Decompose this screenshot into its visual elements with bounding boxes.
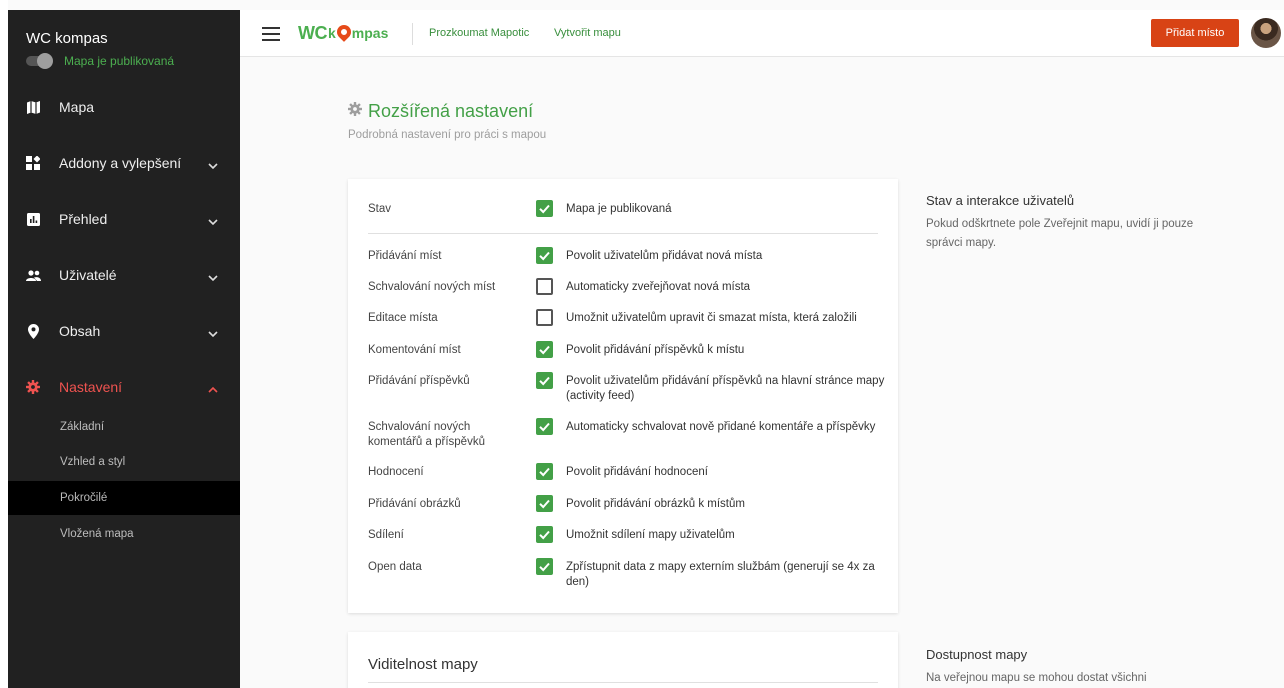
users-icon <box>25 267 41 283</box>
sidebar-header: WC kompas Mapa je publikovaná <box>8 10 240 72</box>
chevron-down-icon <box>208 157 218 175</box>
sidebar-item-prehled[interactable]: Přehled <box>8 199 240 239</box>
setting-checkbox[interactable] <box>536 200 553 217</box>
sidebar-item-nastaveni[interactable]: Nastavení <box>8 367 240 407</box>
page-subtitle: Podrobná nastavení pro práci s mapou <box>348 129 547 141</box>
publish-row: Mapa je publikovaná <box>26 53 240 69</box>
settings-divider <box>368 233 878 234</box>
avatar[interactable] <box>1251 18 1281 48</box>
chevron-down-icon <box>208 269 218 287</box>
sidebar-item-mapa[interactable]: Mapa <box>8 87 240 127</box>
sidebar-item-label: Přehled <box>59 211 108 227</box>
sidebar-item-label: Obsah <box>59 323 101 339</box>
setting-label: Schvalování nových míst <box>368 281 496 293</box>
aside-title-dostupnost: Dostupnost mapy <box>926 647 1028 662</box>
add-place-button[interactable]: Přidat místo <box>1151 19 1239 47</box>
setting-label: Schvalování nových komentářů a příspěvků <box>368 421 485 448</box>
visibility-card: Viditelnost mapy <box>348 632 898 688</box>
menu-icon[interactable] <box>262 27 280 41</box>
sidebar-item-label: Uživatelé <box>59 267 117 283</box>
setting-label: Open data <box>368 561 422 573</box>
left-edge <box>0 0 8 688</box>
gear-icon <box>25 379 41 395</box>
gear-icon <box>348 102 362 121</box>
setting-text: Mapa je publikovaná <box>566 203 672 215</box>
aside-text-dostupnost: Na veřejnou mapu se mohou dostat všichni <box>926 672 1147 684</box>
sidebar-item-label: Mapa <box>59 99 95 115</box>
sidebar-item-obsah[interactable]: Obsah <box>8 311 240 351</box>
sidebar-subitem-pokrocile[interactable]: Pokročilé <box>8 481 240 515</box>
visibility-divider <box>368 682 878 683</box>
setting-label: Editace místa <box>368 312 438 324</box>
sidebar: WC kompas Mapa je publikovaná Mapa Addon… <box>8 10 240 688</box>
aside-title-stav: Stav a interakce uživatelů <box>926 193 1075 208</box>
setting-checkbox[interactable] <box>536 526 553 543</box>
setting-checkbox[interactable] <box>536 495 553 512</box>
aside-text-stav: Pokud odškrtnete pole Zveřejnit mapu, uv… <box>926 218 1194 249</box>
setting-checkbox[interactable] <box>536 558 553 575</box>
setting-label: Přidávání příspěvků <box>368 375 470 387</box>
settings-card: Stav Mapa je publikovaná Přidávání míst … <box>348 179 898 613</box>
visibility-title: Viditelnost mapy <box>368 656 478 673</box>
logo-k: k <box>328 25 336 41</box>
setting-label: Přidávání míst <box>368 250 442 262</box>
publish-toggle[interactable] <box>26 53 53 69</box>
setting-label: Hodnocení <box>368 466 424 478</box>
setting-text: Povolit přidávání obrázků k místům <box>566 498 745 510</box>
setting-text: Povolit uživatelům přidávat nová místa <box>566 250 763 262</box>
sidebar-item-addony[interactable]: Addony a vylepšení <box>8 143 240 183</box>
logo-wc: WC <box>298 22 328 43</box>
setting-label: Přidávání obrázků <box>368 498 461 510</box>
setting-checkbox[interactable] <box>536 309 553 326</box>
sidebar-subitem-vzhled[interactable]: Vzhled a styl <box>8 445 240 479</box>
setting-text: Automaticky schvalovat nově přidané kome… <box>566 421 876 433</box>
chart-icon <box>25 211 41 227</box>
setting-checkbox[interactable] <box>536 247 553 264</box>
setting-checkbox[interactable] <box>536 372 553 389</box>
sidebar-subitem-label: Vložená mapa <box>60 528 134 540</box>
setting-text: Zpřístupnit data z mapy externím službám… <box>566 561 875 588</box>
setting-checkbox[interactable] <box>536 278 553 295</box>
logo[interactable]: WC k mpas <box>298 22 388 44</box>
sidebar-subitem-zakladni[interactable]: Základní <box>8 410 240 444</box>
topbar-divider <box>412 23 413 45</box>
setting-text: Umožnit uživatelům upravit či smazat mís… <box>566 312 857 324</box>
logo-mpas: mpas <box>351 25 389 41</box>
setting-text: Povolit přidávání hodnocení <box>566 466 708 478</box>
sidebar-item-label: Addony a vylepšení <box>59 155 182 171</box>
map-icon <box>25 99 41 115</box>
setting-checkbox[interactable] <box>536 463 553 480</box>
setting-label: Stav <box>368 203 392 215</box>
page-title-row: Rozšířená nastavení <box>348 101 533 122</box>
setting-label: Sdílení <box>368 529 404 541</box>
sidebar-item-uzivatele[interactable]: Uživatelé <box>8 255 240 295</box>
setting-checkbox[interactable] <box>536 418 553 435</box>
setting-checkbox[interactable] <box>536 341 553 358</box>
pin-icon <box>25 323 41 339</box>
create-map-link[interactable]: Vytvořit mapu <box>554 27 621 39</box>
chevron-up-icon <box>208 381 218 399</box>
logo-pin-icon <box>333 22 354 42</box>
toggle-knob <box>37 53 53 69</box>
topbar: WC k mpas Prozkoumat Mapotic Vytvořit ma… <box>240 10 1284 57</box>
setting-text: Povolit uživatelům přidávání příspěvků n… <box>566 375 885 402</box>
setting-text: Automaticky zveřejňovat nová místa <box>566 281 751 293</box>
sidebar-item-label: Nastavení <box>59 379 123 395</box>
explore-link[interactable]: Prozkoumat Mapotic <box>429 27 529 39</box>
sidebar-subitem-label: Základní <box>60 421 105 433</box>
map-title: WC kompas <box>26 30 108 47</box>
sidebar-subitem-vlozena-mapa[interactable]: Vložená mapa <box>8 517 240 551</box>
setting-label: Komentování míst <box>368 344 461 356</box>
chevron-down-icon <box>208 325 218 343</box>
sidebar-subitem-label: Pokročilé <box>60 492 108 504</box>
page-title: Rozšířená nastavení <box>368 101 534 121</box>
sidebar-subitem-label: Vzhled a styl <box>60 456 126 468</box>
setting-text: Umožnit sdílení mapy uživatelům <box>566 529 735 541</box>
setting-text: Povolit přidávání příspěvků k místu <box>566 344 745 356</box>
chevron-down-icon <box>208 213 218 231</box>
widgets-icon <box>25 155 41 171</box>
publish-label: Mapa je publikovaná <box>64 54 175 68</box>
